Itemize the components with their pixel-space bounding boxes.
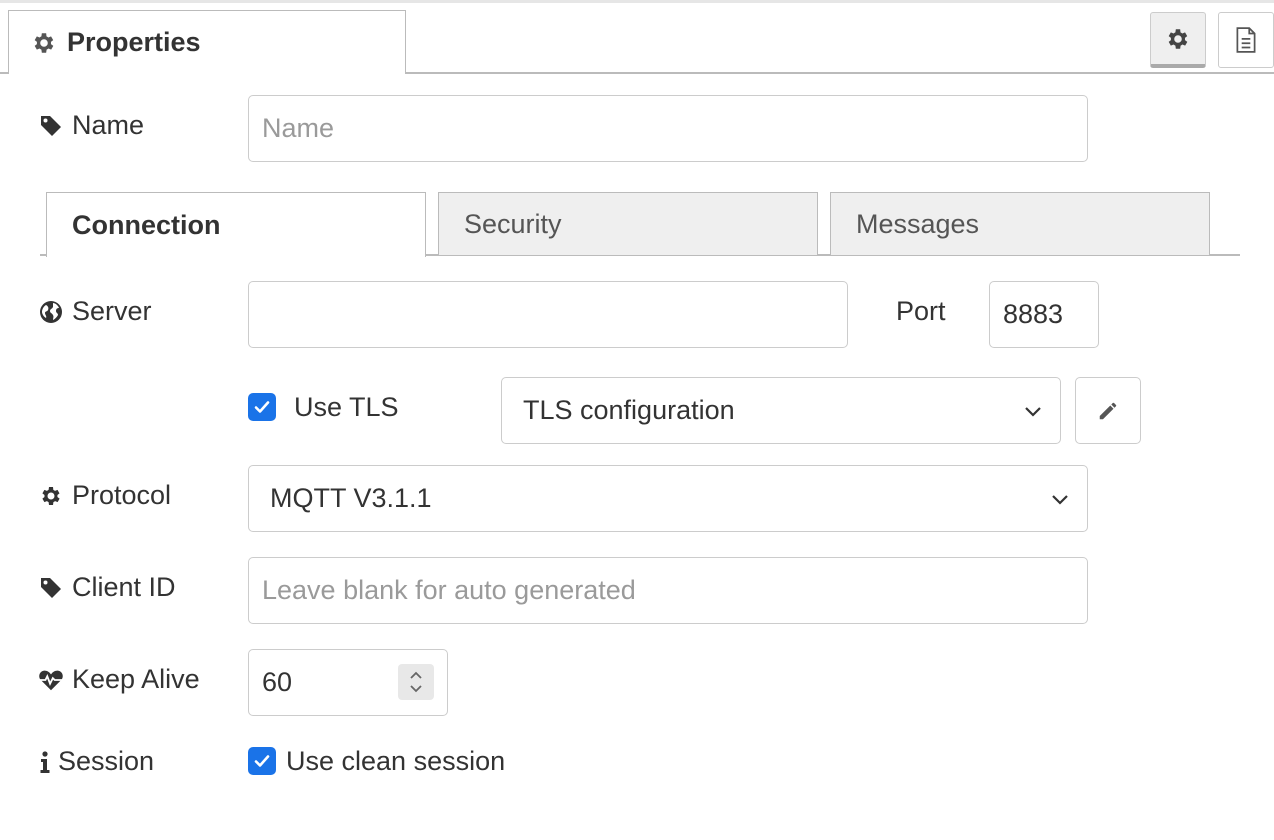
protocol-select[interactable]: MQTT V3.1.1	[248, 465, 1088, 532]
tabbar-line-left	[0, 72, 8, 74]
name-input[interactable]	[248, 95, 1088, 162]
gear-icon	[1165, 26, 1191, 52]
protocol-label: Protocol	[38, 480, 171, 511]
check-icon	[252, 397, 272, 417]
heartbeat-icon	[38, 667, 64, 693]
tag-icon	[38, 575, 64, 601]
properties-tab[interactable]: Properties	[8, 10, 406, 74]
keep-alive-stepper[interactable]	[398, 664, 434, 700]
port-input[interactable]	[989, 281, 1099, 348]
gear-icon	[31, 30, 57, 56]
tag-icon	[38, 113, 64, 139]
chevron-down-icon	[1024, 405, 1042, 417]
port-label: Port	[896, 296, 946, 326]
tab-messages-label: Messages	[856, 208, 980, 239]
session-label: Session	[38, 746, 154, 777]
client-id-label: Client ID	[38, 572, 176, 603]
clean-session-checkbox[interactable]	[248, 747, 276, 775]
name-label: Name	[38, 110, 144, 141]
server-input[interactable]	[248, 281, 848, 348]
tab-connection-label: Connection	[72, 209, 221, 240]
up-down-arrows-icon	[408, 669, 424, 695]
keep-alive-label-text: Keep Alive	[72, 664, 200, 694]
pencil-icon	[1097, 400, 1119, 422]
tab-security-label: Security	[464, 208, 562, 239]
info-icon	[38, 749, 52, 775]
tab-security[interactable]: Security	[438, 192, 818, 255]
protocol-label-text: Protocol	[72, 480, 172, 510]
use-tls-checkbox[interactable]	[248, 393, 276, 421]
info-button[interactable]	[1218, 12, 1274, 68]
globe-icon	[38, 299, 64, 325]
tab-messages[interactable]: Messages	[830, 192, 1210, 255]
gear-icon	[38, 483, 64, 509]
top-border	[0, 0, 1274, 3]
use-tls-label: Use TLS	[294, 392, 399, 422]
client-id-input[interactable]	[248, 557, 1088, 624]
check-icon	[252, 751, 272, 771]
server-label: Server	[38, 296, 152, 327]
clean-session-label: Use clean session	[286, 746, 506, 776]
settings-button[interactable]	[1150, 12, 1206, 68]
document-icon	[1233, 26, 1259, 54]
tabbar-line	[405, 72, 1274, 74]
protocol-value: MQTT V3.1.1	[270, 483, 432, 513]
tab-connection[interactable]: Connection	[46, 192, 426, 257]
name-label-text: Name	[72, 110, 145, 140]
session-label-text: Session	[58, 746, 155, 776]
chevron-down-icon	[1051, 493, 1069, 505]
tls-config-value: TLS configuration	[523, 395, 735, 425]
keep-alive-label: Keep Alive	[38, 664, 200, 695]
properties-tab-label: Properties	[67, 27, 201, 57]
edit-tls-button[interactable]	[1075, 377, 1141, 444]
server-label-text: Server	[72, 296, 152, 326]
client-id-label-text: Client ID	[72, 572, 176, 602]
tls-config-select[interactable]: TLS configuration	[501, 377, 1061, 444]
